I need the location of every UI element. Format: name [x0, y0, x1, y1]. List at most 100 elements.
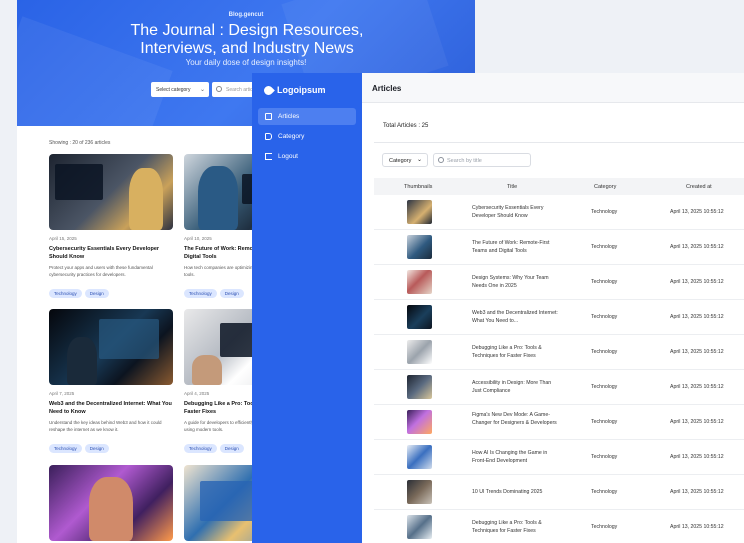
row-created-at: April 13, 2025 10:55:12 [670, 314, 724, 320]
row-category: Technology [591, 419, 618, 425]
article-card[interactable]: April 7, 2025 Web3 and the Decentralized… [49, 309, 173, 455]
tag-badge[interactable]: Technology [184, 289, 217, 298]
row-category: Technology [591, 489, 618, 495]
article-thumbnail [407, 480, 432, 504]
article-thumbnail [407, 340, 432, 364]
chevron-down-icon: ⌄ [199, 87, 205, 93]
search-placeholder: Search by title [447, 158, 482, 164]
logout-icon [265, 153, 272, 160]
column-header-created-at: Created at [686, 184, 712, 190]
table-row[interactable]: How AI Is Changing the Game in Front-End… [374, 440, 744, 475]
table-row[interactable]: Debugging Like a Pro: Tools & Techniques… [374, 510, 744, 543]
article-card[interactable]: April 15, 2025 Cybersecurity Essentials … [49, 154, 173, 300]
row-created-at: April 13, 2025 10:55:12 [670, 489, 724, 495]
hero-subtitle: Your daily dose of design insights! [185, 58, 307, 67]
table-header: Thumbnails Title Category Created at [374, 178, 744, 195]
row-created-at: April 13, 2025 10:55:12 [670, 349, 724, 355]
logo[interactable]: Logoipsum [262, 83, 326, 97]
article-thumbnail [407, 305, 432, 329]
row-category: Technology [591, 244, 618, 250]
table-row[interactable]: Cybersecurity Essentials Every Developer… [374, 195, 744, 230]
search-input[interactable]: Search by title [433, 153, 531, 167]
panel-header: Articles [362, 73, 744, 103]
tag-badge[interactable]: Technology [49, 444, 82, 453]
category-filter-dropdown[interactable]: Category ⌄ [382, 153, 428, 167]
sidebar-item-label: Logout [278, 153, 298, 160]
article-title[interactable]: Cybersecurity Essentials Every Developer… [49, 245, 173, 261]
article-title[interactable]: Web3 and the Decentralized Internet: Wha… [49, 400, 173, 416]
logo-icon [262, 83, 275, 97]
article-image [49, 309, 173, 385]
row-created-at: April 13, 2025 10:55:12 [670, 454, 724, 460]
sidebar-item-logout[interactable]: Logout [258, 148, 356, 165]
category-select[interactable]: Select category ⌄ [151, 82, 209, 97]
article-image [49, 154, 173, 230]
article-thumbnail [407, 200, 432, 224]
article-thumbnail [407, 410, 432, 434]
article-date: April 15, 2025 [49, 236, 77, 241]
row-title[interactable]: Web3 and the Decentralized Internet: Wha… [472, 309, 562, 325]
table-row[interactable]: The Future of Work: Remote-First Teams a… [374, 230, 744, 265]
tag-badge[interactable]: Design [84, 444, 109, 453]
row-category: Technology [591, 524, 618, 530]
tag-badge[interactable]: Design [219, 289, 244, 298]
row-title[interactable]: Cybersecurity Essentials Every Developer… [472, 204, 562, 220]
table-row[interactable]: 10 UI Trends Dominating 2025 Technology … [374, 475, 744, 510]
article-thumbnail [407, 515, 432, 539]
row-category: Technology [591, 349, 618, 355]
row-title[interactable]: Figma's New Dev Mode: A Game-Changer for… [472, 411, 562, 427]
row-category: Technology [591, 314, 618, 320]
article-thumbnail [407, 235, 432, 259]
table-row[interactable]: Accessibility in Design: More Than Just … [374, 370, 744, 405]
sidebar-item-category[interactable]: Category [258, 128, 356, 145]
divider [374, 142, 744, 143]
tag-badge[interactable]: Technology [184, 444, 217, 453]
table-row[interactable]: Web3 and the Decentralized Internet: Wha… [374, 300, 744, 335]
search-icon [438, 157, 444, 163]
row-created-at: April 13, 2025 10:55:12 [670, 524, 724, 530]
row-created-at: April 13, 2025 10:55:12 [670, 419, 724, 425]
tag-badge[interactable]: Design [219, 444, 244, 453]
total-articles: Total Articles : 25 [383, 123, 429, 129]
category-filter-label: Category [389, 158, 412, 164]
row-category: Technology [591, 454, 618, 460]
chevron-down-icon: ⌄ [416, 157, 422, 163]
table-row[interactable]: Debugging Like a Pro: Tools & Techniques… [374, 335, 744, 370]
article-tags: Technology Design [49, 437, 173, 455]
column-header-thumbnails: Thumbnails [404, 184, 433, 190]
document-icon [265, 113, 272, 120]
row-title[interactable]: How AI Is Changing the Game in Front-End… [472, 449, 562, 465]
row-created-at: April 13, 2025 10:55:12 [670, 279, 724, 285]
sidebar-item-articles[interactable]: Articles [258, 108, 356, 125]
article-tags: Technology Design [49, 282, 173, 300]
row-title[interactable]: Debugging Like a Pro: Tools & Techniques… [472, 519, 562, 535]
article-thumbnail [407, 270, 432, 294]
screenshot-stage: Blog.gencut The Journal : Design Resourc… [0, 0, 744, 543]
admin-sidebar: Logoipsum Articles Category Logout [252, 73, 362, 543]
article-description: Protect your apps and users with these f… [49, 265, 153, 277]
row-title[interactable]: Debugging Like a Pro: Tools & Techniques… [472, 344, 562, 360]
row-title[interactable]: 10 UI Trends Dominating 2025 [472, 488, 562, 496]
search-icon [216, 86, 222, 92]
article-card[interactable] [49, 465, 173, 541]
tag-icon [265, 133, 272, 140]
row-title[interactable]: The Future of Work: Remote-First Teams a… [472, 239, 562, 255]
category-select-label: Select category [156, 87, 191, 93]
row-category: Technology [591, 279, 618, 285]
article-thumbnail [407, 375, 432, 399]
row-title[interactable]: Accessibility in Design: More Than Just … [472, 379, 562, 395]
row-category: Technology [591, 384, 618, 390]
row-category: Technology [591, 209, 618, 215]
article-thumbnail [407, 445, 432, 469]
row-title[interactable]: Design Systems: Why Your Team Needs One … [472, 274, 562, 290]
row-created-at: April 13, 2025 10:55:12 [670, 209, 724, 215]
column-header-category: Category [594, 184, 617, 190]
tag-badge[interactable]: Technology [49, 289, 82, 298]
tag-badge[interactable]: Design [84, 289, 109, 298]
article-date: April 7, 2025 [49, 391, 75, 396]
table-row[interactable]: Design Systems: Why Your Team Needs One … [374, 265, 744, 300]
table-row[interactable]: Figma's New Dev Mode: A Game-Changer for… [374, 405, 744, 440]
sidebar-item-label: Articles [278, 113, 300, 120]
hero-eyebrow: Blog.gencut [228, 12, 264, 18]
results-count: Showing : 20 of 236 articles [49, 140, 111, 146]
